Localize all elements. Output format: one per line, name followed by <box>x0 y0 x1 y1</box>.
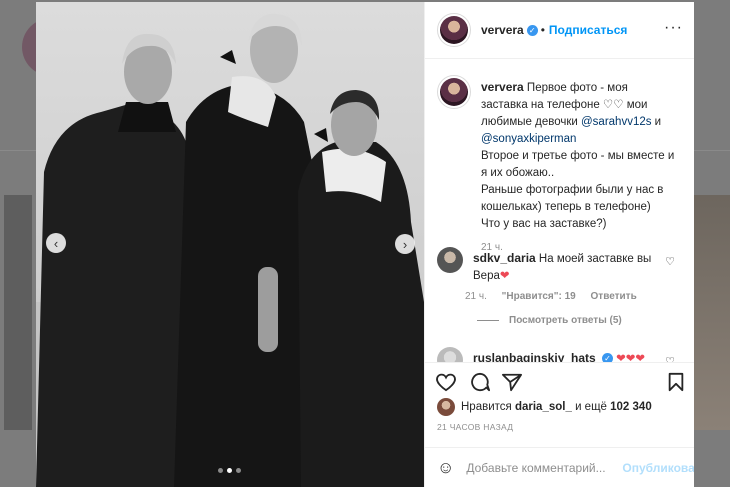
comment-timestamp[interactable]: 21 ч. <box>465 291 487 302</box>
mention-link[interactable]: @sonyaxkiperman <box>481 133 576 145</box>
caption-line: и <box>651 116 662 128</box>
separator-dot: • <box>540 23 545 37</box>
carousel-dot <box>236 468 241 473</box>
caption-line: заставка на телефоне ♡♡ мои <box>481 99 648 111</box>
caption-line: любимые девочки <box>481 116 578 128</box>
background-thumbnail-left[interactable] <box>4 195 32 430</box>
post-actions-bar <box>425 362 694 403</box>
caption-username[interactable]: ververa <box>481 80 524 94</box>
caption-avatar[interactable] <box>437 75 471 109</box>
carousel-dot-active <box>227 468 232 473</box>
carousel-dot <box>218 468 223 473</box>
comments-section[interactable]: ververa Первое фото - моя заставка на те… <box>425 59 694 362</box>
chevron-left-icon: ‹ <box>53 235 59 251</box>
caption-line: Раньше фотографии были у нас в <box>481 184 664 196</box>
chevron-right-icon: › <box>402 236 408 252</box>
comment-text: На моей заставке вы <box>538 253 652 265</box>
commenter-avatar[interactable] <box>437 347 463 362</box>
publish-comment-button[interactable]: Опубликовать <box>622 461 694 475</box>
liker-avatar[interactable] <box>437 398 455 416</box>
author-username[interactable]: ververa <box>481 23 524 37</box>
like-heart-icon[interactable] <box>435 372 457 392</box>
comment-input[interactable] <box>464 460 619 476</box>
likes-suffix: и ещё <box>575 401 607 413</box>
post-photo[interactable]: ‹ › <box>36 2 424 487</box>
post-timestamp[interactable]: 21 ЧАСОВ НАЗАД <box>437 422 513 432</box>
verified-badge-icon: ✓ <box>526 24 538 36</box>
save-bookmark-icon[interactable] <box>667 372 685 392</box>
like-comment-heart-icon[interactable]: ♡ <box>665 355 675 362</box>
more-options-icon[interactable]: ··· <box>664 19 683 37</box>
post-modal: ‹ › ververa ✓ • Подписаться ··· ververa <box>36 2 694 487</box>
comment-bubble-icon[interactable] <box>469 372 491 392</box>
likes-summary: Нравится daria_sol_ и ещё 102 340 <box>437 398 652 416</box>
mention-link[interactable]: @sarahvv12s <box>581 116 651 128</box>
like-comment-heart-icon[interactable]: ♡ <box>665 255 675 268</box>
carousel-prev-button[interactable]: ‹ <box>46 233 66 253</box>
carousel-next-button[interactable]: › <box>395 234 415 254</box>
liker-username[interactable]: daria_sol_ <box>515 401 572 413</box>
commenter-username[interactable]: ruslanbaginskiy_hats <box>473 351 596 362</box>
caption-line: Что у вас на заставке?) <box>481 218 607 230</box>
heart-emoji: ❤❤❤ <box>616 353 646 362</box>
caption-line: кошельках) теперь в телефоне) <box>481 201 651 213</box>
likes-count[interactable]: 102 340 <box>610 401 652 413</box>
caption-text: Первое фото - моя <box>526 82 628 94</box>
commenter-avatar[interactable] <box>437 247 463 273</box>
caption-line: Второе и третье фото - мы вместе и <box>481 150 675 162</box>
caption-line: я их обожаю.. <box>481 167 555 179</box>
author-avatar[interactable] <box>437 13 471 47</box>
follow-button[interactable]: Подписаться <box>549 23 627 37</box>
comment-likes-count[interactable]: "Нравится": 19 <box>502 291 576 302</box>
carousel-dots <box>218 468 241 473</box>
likes-prefix: Нравится <box>461 401 512 413</box>
verified-badge-icon: ✓ <box>601 353 613 362</box>
post-side-panel: ververa ✓ • Подписаться ··· ververa Перв… <box>424 2 694 487</box>
reply-button[interactable]: Ответить <box>591 291 637 302</box>
add-comment-bar: ☺ Опубликовать <box>425 447 694 487</box>
emoji-picker-icon[interactable]: ☺ <box>437 458 454 478</box>
post-header: ververa ✓ • Подписаться ··· <box>425 2 694 59</box>
comment-text: Вера <box>473 270 500 282</box>
background-thumbnail-right[interactable] <box>694 195 730 430</box>
view-replies-button[interactable]: Посмотреть ответы (5) <box>477 315 622 326</box>
photo-illustration <box>36 13 424 487</box>
commenter-username[interactable]: sdkv_daria <box>473 251 536 265</box>
share-send-icon[interactable] <box>501 372 523 392</box>
heart-emoji: ❤ <box>499 270 510 282</box>
